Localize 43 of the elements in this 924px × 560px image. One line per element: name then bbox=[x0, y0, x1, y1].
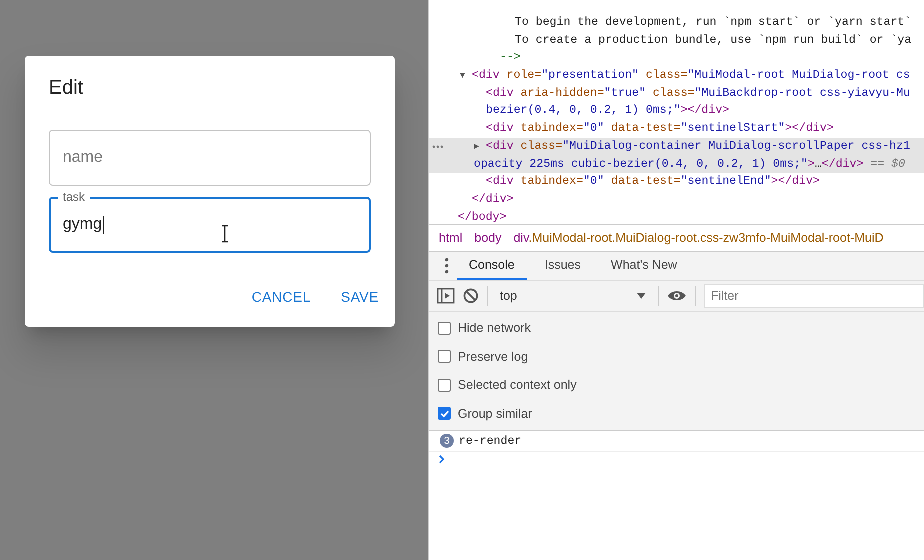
context-select[interactable]: top bbox=[496, 285, 650, 307]
check-icon bbox=[440, 408, 450, 419]
dom-node-line[interactable]: <div aria-hidden="true" class="MuiBackdrop-root css-yiavyu-Mu bbox=[429, 84, 924, 102]
sidebar-toggle-icon[interactable] bbox=[437, 288, 455, 304]
breadcrumb[interactable]: html bbox=[433, 231, 469, 245]
dom-node-line: </body> bbox=[457, 210, 508, 226]
dom-node-line[interactable]: bezier(0.4, 0, 0.2, 1) 0ms;"></div> bbox=[429, 102, 924, 120]
comment-line: To create a production bundle, use `npm run build` or `ya bbox=[514, 32, 913, 49]
checkbox[interactable] bbox=[438, 350, 451, 364]
dialog-button[interactable]: SAVE bbox=[333, 283, 387, 311]
field-label: name bbox=[63, 149, 104, 167]
checkbox-label[interactable]: Hide network bbox=[458, 321, 531, 336]
filter-field[interactable]: Filter bbox=[704, 284, 924, 308]
repeat-count-badge: 3 bbox=[440, 434, 454, 448]
dialog-title: Edit bbox=[49, 76, 84, 101]
dom-node-line: </div> bbox=[471, 192, 515, 208]
field-label: task bbox=[58, 191, 90, 203]
checkbox[interactable] bbox=[438, 407, 451, 420]
drawer-tab[interactable]: Issues bbox=[532, 252, 594, 280]
dom-node-line[interactable]: ▶ <div class="MuiDialog-container MuiDialog-scrollPaper css-hz1 bbox=[429, 138, 924, 156]
drawer-tab[interactable]: What's New bbox=[599, 252, 690, 280]
dom-node-line[interactable]: <div tabindex="0" data-test="sentinelEnd"></div> bbox=[429, 173, 924, 191]
checkbox[interactable] bbox=[438, 322, 451, 335]
dom-node-line[interactable]: opacity 225ms cubic-bezier(0.4, 0, 0.2, 1) 0ms;">…</div> == $0 bbox=[429, 156, 924, 174]
dialog-button[interactable]: CANCEL bbox=[244, 283, 320, 311]
console-message: re-render bbox=[459, 434, 522, 448]
checkbox-label[interactable]: Preserve log bbox=[458, 350, 528, 364]
dom-node-line[interactable]: <div tabindex="0" data-test="sentinelStart"></div> bbox=[429, 120, 924, 138]
dom-node-line[interactable]: ▼ <div role="presentation" class="MuiModal-root MuiDialog-root cs bbox=[429, 67, 924, 85]
clear-console-icon[interactable] bbox=[463, 288, 479, 304]
caret-icon bbox=[637, 293, 646, 299]
eye-icon[interactable] bbox=[667, 289, 687, 303]
checkbox-label[interactable]: Selected context only bbox=[458, 378, 577, 392]
checkbox[interactable] bbox=[438, 378, 451, 392]
prompt-chevron-icon[interactable] bbox=[439, 455, 445, 464]
breadcrumb[interactable]: div.MuiModal-root.MuiDialog-root.css-zw3mfo-MuiModal-root-MuiD bbox=[508, 231, 890, 245]
text-cursor-icon bbox=[221, 225, 229, 243]
comment-end: --> bbox=[499, 50, 522, 66]
menu-icon[interactable] bbox=[445, 258, 449, 274]
comment-line: To begin the development, run `npm start` or `yarn start` bbox=[514, 15, 913, 31]
more-dots-icon[interactable] bbox=[432, 144, 444, 149]
checkbox-label[interactable]: Group similar bbox=[458, 406, 532, 421]
breadcrumb[interactable]: body bbox=[468, 231, 508, 245]
